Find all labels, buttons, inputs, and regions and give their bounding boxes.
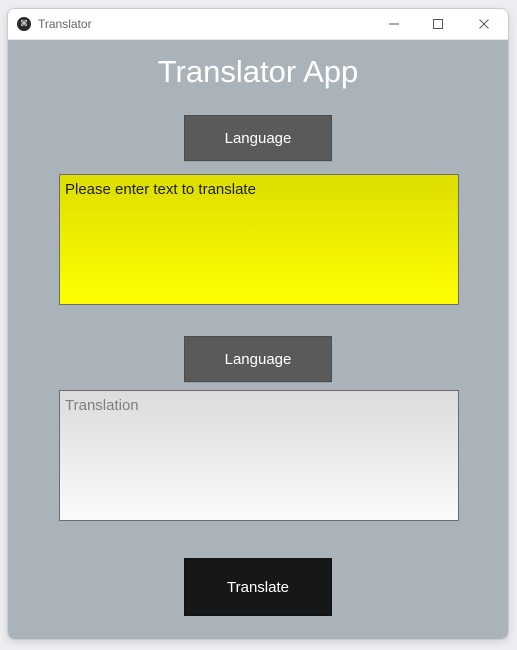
source-text: Please enter text to translate <box>65 181 256 198</box>
translator-window: ⌘ Translator Translator App Language Ple… <box>7 8 509 640</box>
maximize-button[interactable] <box>416 9 460 39</box>
minimize-button[interactable] <box>372 9 416 39</box>
app-icon: ⌘ <box>17 17 31 31</box>
translation-text-area[interactable]: Translation <box>59 390 459 521</box>
maximize-icon <box>433 19 443 29</box>
source-language-button[interactable]: Language <box>184 115 332 161</box>
main-content: Translator App Language Please enter tex… <box>8 40 508 639</box>
window-title: Translator <box>38 17 92 31</box>
close-icon <box>479 19 489 29</box>
target-language-button[interactable]: Language <box>184 336 332 382</box>
minimize-icon <box>389 23 399 25</box>
translate-button[interactable]: Translate <box>184 558 332 616</box>
app-title: Translator App <box>157 54 359 89</box>
translation-placeholder: Translation <box>65 397 139 414</box>
window-titlebar: ⌘ Translator <box>8 9 508 40</box>
close-button[interactable] <box>462 9 506 39</box>
source-text-area[interactable]: Please enter text to translate <box>59 174 459 305</box>
